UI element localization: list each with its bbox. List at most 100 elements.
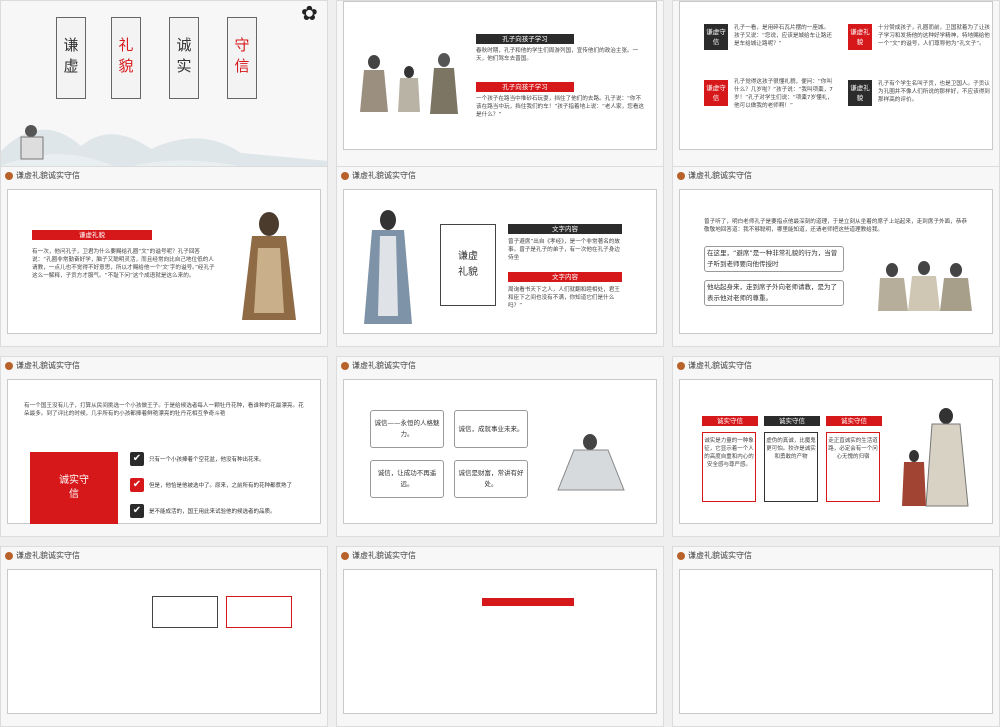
content-frame: 谦虚礼貌 有一次，他问孔子，卫君为什么要赐给孔圈“文”的谥号呢？孔子回答说：“孔…	[7, 189, 321, 334]
header-title: 谦虚礼貌诚实守信	[688, 361, 752, 370]
scholar-illustration	[358, 206, 418, 330]
quote-box-2: 诚信，成就事业未来。	[454, 410, 528, 448]
column-tag-3: 诚实守信	[826, 416, 882, 426]
header-title: 谦虚礼貌诚实守信	[352, 361, 416, 370]
logo-icon	[677, 361, 685, 370]
intro-text: 曾子听了，明白老师孔子是要指点他最深刻的道理，于是立刻从坐着的席子上站起来，走到…	[704, 219, 967, 233]
logo-icon	[341, 551, 349, 560]
story-text: 有一次，他问孔子，卫君为什么要赐给孔圈“文”的谥号呢？孔子回答说：“孔圈非常勤奋…	[32, 249, 215, 279]
check-item-1: ✔ 只有一个小孩捧着个空花盆，他没有种出花来。	[130, 452, 306, 466]
slide-thumb-1[interactable]: ✿ 谦虚 礼貌 诚实 守信	[0, 0, 328, 181]
slide-header: 谦虚礼貌诚实守信	[5, 550, 80, 561]
title-block-text: 诚实守信	[59, 475, 89, 500]
slide-header: 谦虚礼貌诚实守信	[677, 550, 752, 561]
tag-2: 谦虚礼貌	[848, 24, 872, 50]
title-card-3: 诚实	[169, 17, 199, 99]
text-4: 孔子有个学生名叫子贡，也是卫国人。子贡认为孔圈并不像人们所说的那样好，不应该得到…	[878, 81, 990, 103]
slide-header: 谦虚礼貌诚实守信	[677, 170, 752, 181]
content-frame: 孔子向孩子学习 春秋时期，孔子和他的学生们周游列国，宣传他们的政治主张。一天，他…	[343, 1, 657, 150]
check-text-1: 只有一个小孩捧着个空花盆，他没有种出花来。	[149, 457, 265, 463]
header-title: 谦虚礼貌诚实守信	[16, 171, 80, 180]
confucius-children-illustration	[354, 42, 464, 126]
header-title: 谦虚礼貌诚实守信	[688, 551, 752, 560]
slide-thumb-3[interactable]: 谦虚守信 孔子一看，是用碎石瓦片摆的一座城。孩子又说：“您说，应该是城给车让路还…	[672, 0, 1000, 181]
check-item-2: ✔ 但是，他恰是他被选中了。原来，之前所有的花种都煮熟了	[130, 478, 306, 492]
content-frame: 谦虚守信 孔子一看，是用碎石瓦片摆的一座城。孩子又说：“您说，应该是城给车让路还…	[679, 1, 993, 150]
vertical-title-box: 谦虚礼貌	[440, 224, 496, 306]
content-frame: 诚实守信 诚实守信 诚实守信 诚实是力量的一种象征，它显示着一个人的高度自重和内…	[679, 379, 993, 524]
content-frame	[7, 569, 321, 714]
elder-scholar-illustration	[550, 428, 630, 502]
logo-icon	[677, 171, 685, 180]
title-card-2: 礼貌	[111, 17, 141, 99]
header-title: 谦虚礼貌诚实守信	[352, 551, 416, 560]
logo-icon	[677, 551, 685, 560]
heading-1: 孔子向孩子学习	[476, 34, 574, 44]
intro-text: 有一个国王没有儿子，打算从民间挑选一个小孩做王子。于是给候选者每人一颗牡丹花种，…	[24, 403, 304, 417]
text-1: 孔子一看，是用碎石瓦片摆的一座城。孩子又说：“您说，应该是城给车让路还是车给城让…	[734, 25, 832, 47]
quote-box-1: 诚信——永恒的人格魅力。	[370, 410, 444, 448]
header-title: 谦虚礼貌诚实守信	[16, 361, 80, 370]
column-tag-2: 诚实守信	[764, 416, 820, 426]
content-frame	[343, 569, 657, 714]
tag-3: 谦虚守信	[704, 80, 728, 106]
slide-header: 谦虚礼貌诚实守信	[341, 550, 416, 561]
column-tag-1: 诚实守信	[702, 416, 758, 426]
content-frame: 有一个国王没有儿子，打算从民间挑选一个小孩做王子。于是给候选者每人一颗牡丹花种，…	[7, 379, 321, 524]
paragraph-1: 曾子避席”出自《孝经》，是一个非常著名的故事。曾子是孔子的弟子，有一次他在孔子身…	[508, 239, 620, 261]
section-tag: 谦虚礼貌	[32, 230, 152, 240]
slide-header: 谦虚礼貌诚实守信	[341, 360, 416, 371]
logo-icon	[5, 361, 13, 370]
slide-thumb-2[interactable]: 孔子向孩子学习 春秋时期，孔子和他的学生们周游列国，宣传他们的政治主张。一天，他…	[336, 0, 664, 181]
heading-2: 文字内容	[508, 272, 622, 282]
branch-decoration: ✿	[301, 1, 318, 25]
vertical-title: 谦虚礼貌	[458, 251, 478, 278]
logo-icon	[5, 171, 13, 180]
checkbox-icon: ✔	[130, 452, 144, 466]
heading-1: 文字内容	[508, 224, 622, 234]
column-box-2: 虚伪的真诚，比魔鬼更可怕。狡诈是诚实和勇敢的产物	[764, 432, 818, 502]
slide-thumb-8[interactable]: 谦虚礼貌诚实守信 诚信——永恒的人格魅力。 诚信，成就事业未来。 诚信，让成功不…	[336, 356, 664, 537]
quote-box-4: 诚信是财富，常讲有好处。	[454, 460, 528, 498]
checkbox-icon: ✔	[130, 504, 144, 518]
placeholder-bar	[482, 598, 574, 606]
slide-header: 谦虚礼貌诚实守信	[677, 360, 752, 371]
note-box-1: 在这里，“避席”是一种非常礼貌的行为，当曾子听到老师要向他传授时	[704, 246, 844, 272]
column-box-3: 走正直诚实的生活道路，必定会有一个问心无愧的归宿	[826, 432, 880, 502]
slide-thumb-12[interactable]: 谦虚礼貌诚实守信	[672, 546, 1000, 727]
tag-4: 谦虚礼貌	[848, 80, 872, 106]
check-text-3: 是不能成活的，国王用此来试验他的候选者的品质。	[149, 509, 276, 515]
slide-header: 谦虚礼貌诚实守信	[341, 170, 416, 181]
content-frame	[679, 569, 993, 714]
logo-icon	[341, 171, 349, 180]
check-text-2: 但是，他恰是他被选中了。原来，之前所有的花种都煮熟了	[149, 483, 293, 489]
content-frame: 曾子听了，明白老师孔子是要指点他最深刻的道理，于是立刻从坐着的席子上站起来，走到…	[679, 189, 993, 334]
slide-thumb-10[interactable]: 谦虚礼貌诚实守信	[0, 546, 328, 727]
slide-thumb-9[interactable]: 谦虚礼貌诚实守信 诚实守信 诚实守信 诚实守信 诚实是力量的一种象征，它显示着一…	[672, 356, 1000, 537]
paragraph-2: 一个孩子在路当中堆砂石玩耍，挡住了他们的去路。孔子说：“你不该在路当中玩，挡住我…	[476, 96, 645, 118]
logo-icon	[341, 361, 349, 370]
slide-header: 谦虚礼貌诚实守信	[5, 360, 80, 371]
title-card-4: 守信	[227, 17, 257, 99]
slide-thumb-11[interactable]: 谦虚礼貌诚实守信	[336, 546, 664, 727]
checkbox-icon: ✔	[130, 478, 144, 492]
check-item-3: ✔ 是不能成活的，国王用此来试验他的候选者的品质。	[130, 504, 306, 518]
seated-scholars-illustration	[876, 256, 976, 320]
title-card-1: 谦虚	[56, 17, 86, 99]
content-frame: 诚信——永恒的人格魅力。 诚信，成就事业未来。 诚信，让成功不再遥远。 诚信是财…	[343, 379, 657, 524]
slide-thumb-5[interactable]: 谦虚礼貌诚实守信 谦虚礼貌 文字内容 曾子避席”出自《孝经》，是一个非常著名的故…	[336, 166, 664, 347]
content-frame: 谦虚礼貌 文字内容 曾子避席”出自《孝经》，是一个非常著名的故事。曾子是孔子的弟…	[343, 189, 657, 334]
confucius-portrait	[234, 208, 304, 327]
text-3: 孔子觉得这孩子很懂礼貌，便问：“你叫什么？几岁啦？”孩子说：“我叫项橐，7岁！”…	[734, 79, 833, 109]
slide-thumb-4[interactable]: 谦虚礼貌诚实守信 谦虚礼貌 有一次，他问孔子，卫君为什么要赐给孔圈“文”的谥号呢…	[0, 166, 328, 347]
header-title: 谦虚礼貌诚实守信	[688, 171, 752, 180]
teacher-students-illustration	[898, 402, 978, 516]
slide-header: 谦虚礼貌诚实守信	[5, 170, 80, 181]
slide-thumb-6[interactable]: 谦虚礼貌诚实守信 曾子听了，明白老师孔子是要指点他最深刻的道理，于是立刻从坐着的…	[672, 166, 1000, 347]
quote-box-3: 诚信，让成功不再遥远。	[370, 460, 444, 498]
header-title: 谦虚礼貌诚实守信	[352, 171, 416, 180]
slide-thumb-7[interactable]: 谦虚礼貌诚实守信 有一个国王没有儿子，打算从民间挑选一个小孩做王子。于是给候选者…	[0, 356, 328, 537]
column-box-1: 诚实是力量的一种象征，它显示着一个人的高度自重和内心的安全感与尊严感。	[702, 432, 756, 502]
heading-2: 孔子向孩子学习	[476, 82, 574, 92]
logo-icon	[5, 551, 13, 560]
